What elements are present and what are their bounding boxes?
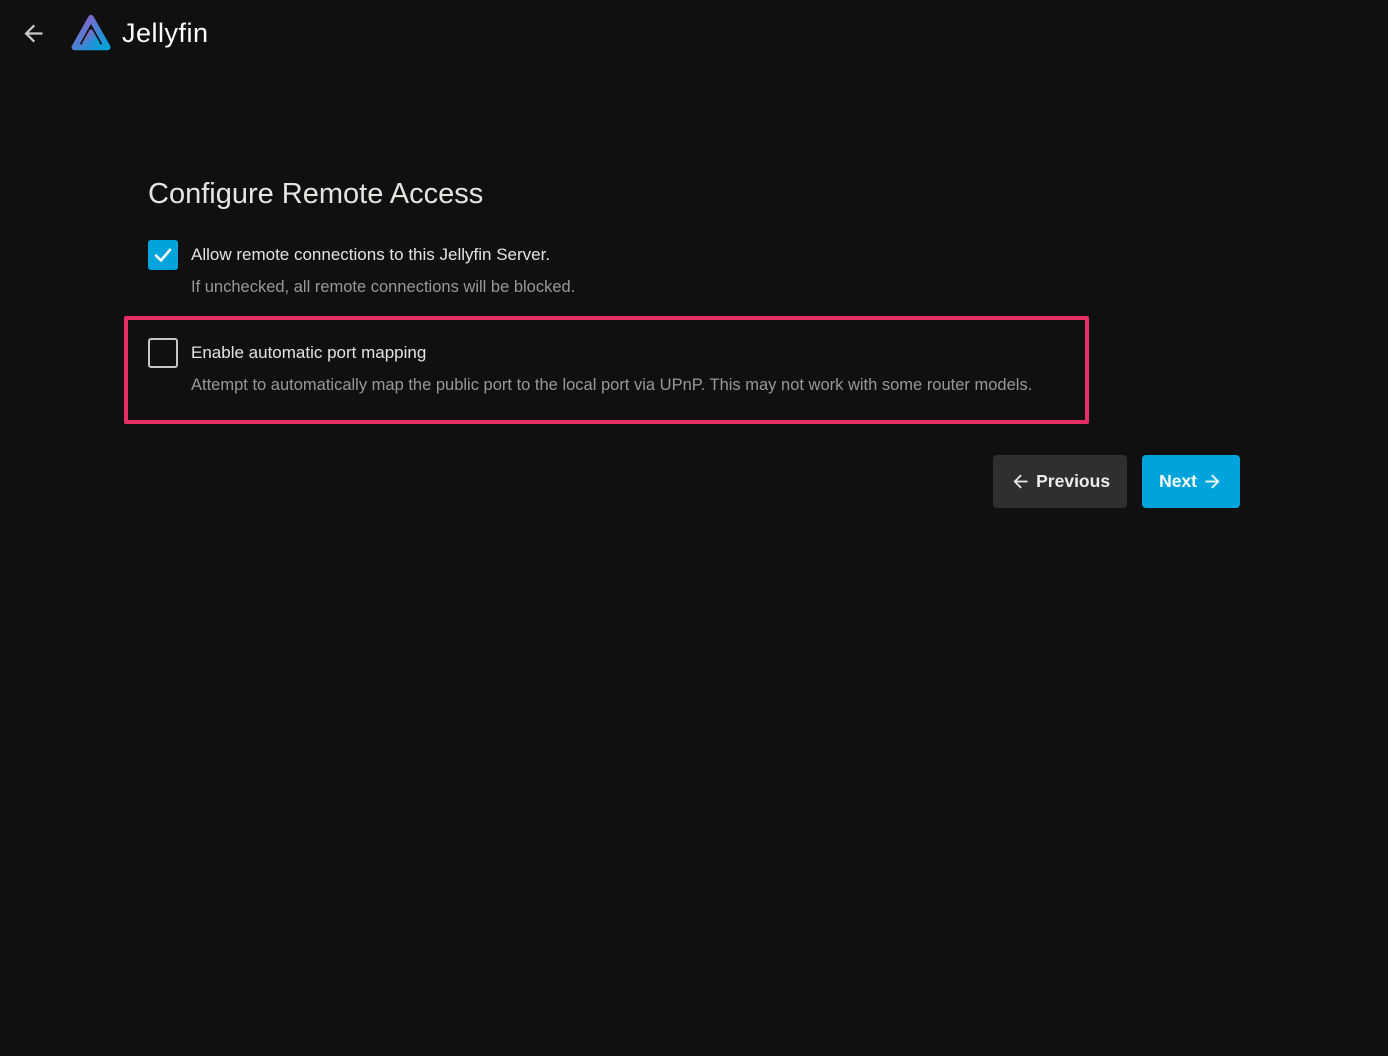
jellyfin-logo <box>69 10 113 57</box>
enable-port-mapping-checkbox[interactable] <box>148 338 178 368</box>
arrow-left-icon <box>1010 471 1031 492</box>
option-texts: Allow remote connections to this Jellyfi… <box>191 240 575 297</box>
enable-port-mapping-label[interactable]: Enable automatic port mapping <box>191 338 1032 368</box>
option-enable-port-mapping: Enable automatic port mapping Attempt to… <box>148 338 1240 395</box>
next-button[interactable]: Next <box>1142 455 1240 508</box>
wizard-actions: Previous Next <box>148 455 1240 508</box>
page-title: Configure Remote Access <box>148 178 1240 210</box>
back-button[interactable] <box>18 19 48 49</box>
setup-wizard-page: Jellyfin Configure Remote Access Allow r… <box>0 0 1388 1056</box>
wizard-content: Configure Remote Access Allow remote con… <box>148 178 1240 508</box>
next-button-label: Next <box>1159 471 1197 492</box>
previous-button[interactable]: Previous <box>993 455 1127 508</box>
allow-remote-connections-label[interactable]: Allow remote connections to this Jellyfi… <box>191 240 575 270</box>
arrow-right-icon <box>1202 471 1223 492</box>
brand-name: Jellyfin <box>122 18 209 49</box>
option-texts: Enable automatic port mapping Attempt to… <box>191 338 1032 395</box>
checkmark-icon <box>151 243 175 267</box>
allow-remote-connections-description: If unchecked, all remote connections wil… <box>191 278 575 297</box>
previous-button-label: Previous <box>1036 471 1110 492</box>
allow-remote-connections-checkbox[interactable] <box>148 240 178 270</box>
header: Jellyfin <box>0 0 1388 57</box>
enable-port-mapping-description: Attempt to automatically map the public … <box>191 376 1032 395</box>
arrow-left-icon <box>20 20 47 47</box>
option-allow-remote-connections: Allow remote connections to this Jellyfi… <box>148 240 1240 297</box>
